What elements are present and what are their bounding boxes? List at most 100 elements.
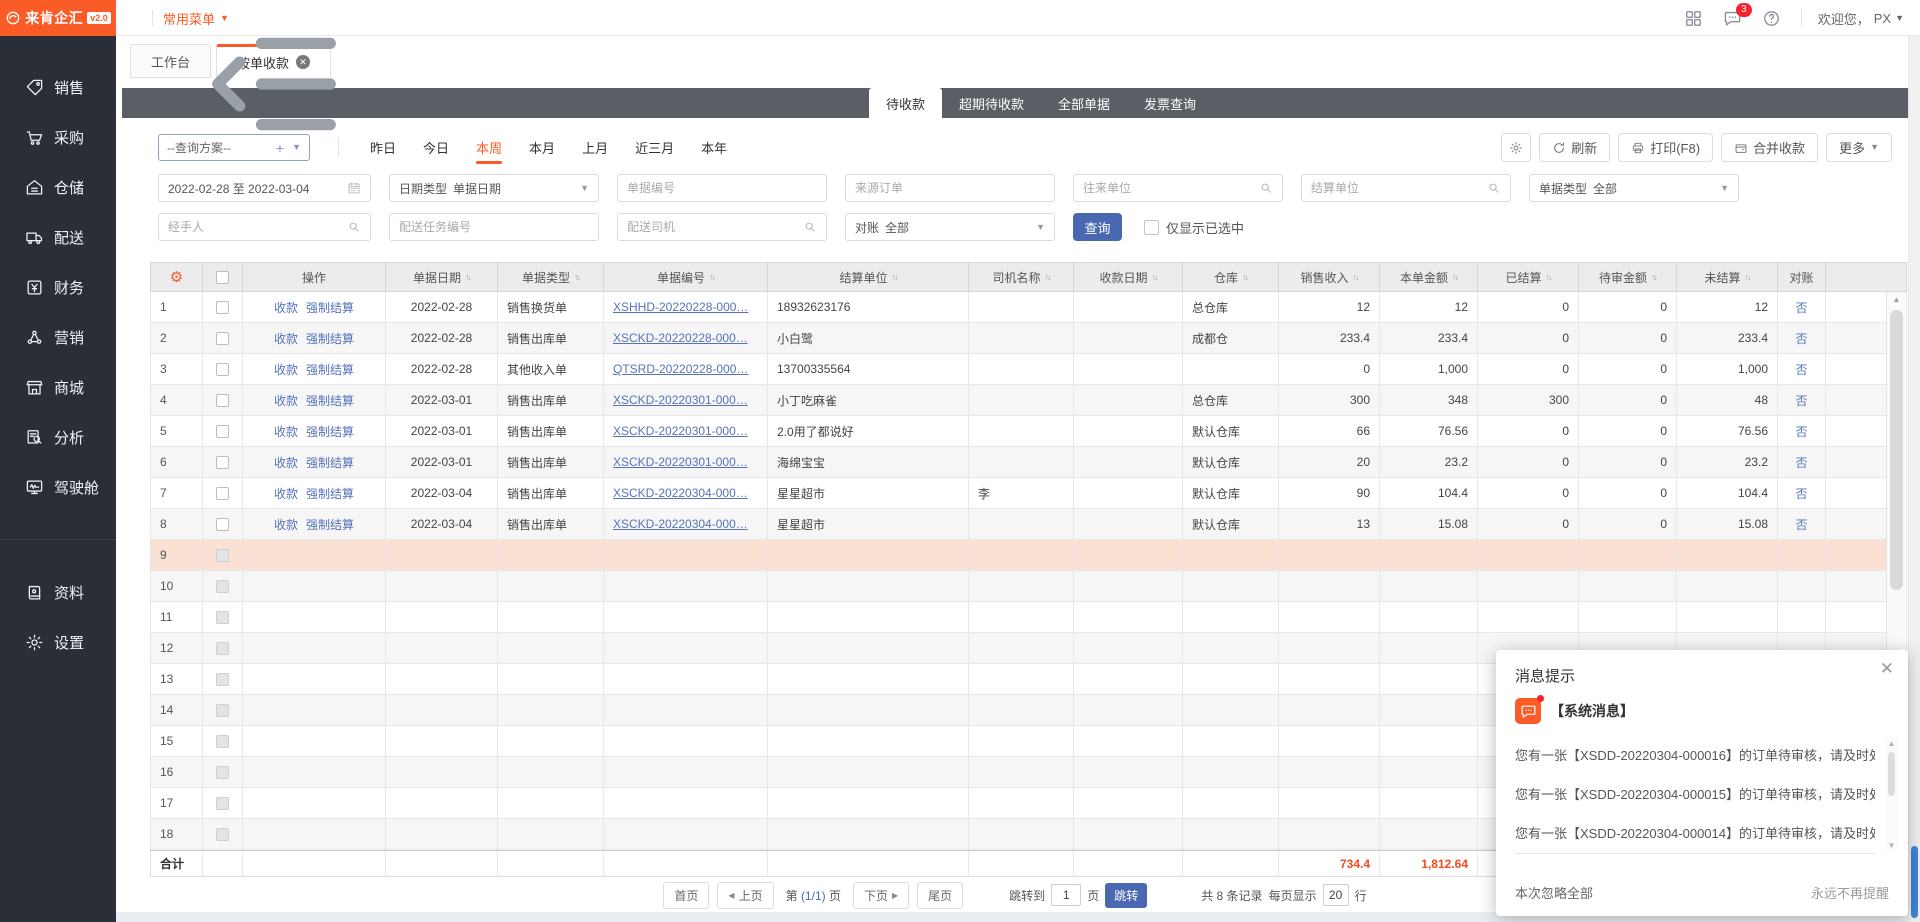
row-checkbox[interactable]	[216, 363, 229, 376]
settle-unit-input[interactable]	[1311, 181, 1481, 195]
reconcile-link[interactable]: 否	[1795, 299, 1807, 316]
quick-range-item[interactable]: 近三月	[635, 135, 674, 160]
column-header-amount[interactable]: 本单金额↑↓	[1380, 263, 1478, 291]
reconcile-link[interactable]: 否	[1795, 361, 1807, 378]
column-header-docno[interactable]: 单据编号↑↓	[604, 263, 768, 291]
column-header-driver[interactable]: 司机名称↑↓	[969, 263, 1074, 291]
sidebar-item-finance[interactable]: 财务	[0, 262, 116, 312]
doc-no-link[interactable]: XSCKD-20220304-000…	[613, 517, 748, 531]
column-header-pending[interactable]: 待审金额↑↓	[1579, 263, 1677, 291]
force-settle-link[interactable]: 强制结算	[306, 299, 354, 316]
never-remind-link[interactable]: 永远不再提醒	[1811, 883, 1889, 902]
doc-no-link[interactable]: XSCKD-20220301-000…	[613, 455, 748, 469]
quick-range-item[interactable]: 今日	[423, 135, 449, 160]
search-icon[interactable]	[803, 220, 817, 234]
sidebar-item-settings[interactable]: 设置	[0, 617, 116, 667]
doc-no-link[interactable]: XSCKD-20220304-000…	[613, 486, 748, 500]
force-settle-link[interactable]: 强制结算	[306, 392, 354, 409]
calendar-icon[interactable]	[347, 181, 361, 195]
receive-payment-link[interactable]: 收款	[274, 299, 298, 316]
sidebar-item-analysis[interactable]: 分析	[0, 412, 116, 462]
force-settle-link[interactable]: 强制结算	[306, 330, 354, 347]
reconcile-select[interactable]: 对账 全部 ▼	[845, 213, 1055, 241]
row-checkbox[interactable]	[216, 301, 229, 314]
help-icon[interactable]	[1762, 9, 1781, 28]
doc-no-link[interactable]: XSHHD-20220228-000…	[613, 300, 748, 314]
receive-payment-link[interactable]: 收款	[274, 485, 298, 502]
view-tab[interactable]: 发票查询	[1127, 88, 1213, 118]
row-checkbox[interactable]	[216, 611, 229, 624]
column-header-sales[interactable]: 销售收入↑↓	[1279, 263, 1380, 291]
sidebar-item-truck[interactable]: 配送	[0, 212, 116, 262]
doc-no-input[interactable]	[627, 181, 817, 195]
prev-page-button[interactable]: ◀上页	[717, 882, 773, 909]
force-settle-link[interactable]: 强制结算	[306, 361, 354, 378]
doc-no-link[interactable]: XSCKD-20220301-000…	[613, 424, 748, 438]
force-settle-link[interactable]: 强制结算	[306, 516, 354, 533]
sidebar-item-warehouse[interactable]: 仓储	[0, 162, 116, 212]
scroll-up-icon[interactable]: ▲	[1885, 738, 1898, 750]
sort-icon[interactable]: ↑↓	[574, 272, 579, 282]
jump-button[interactable]: 跳转	[1105, 883, 1147, 908]
apps-grid-icon[interactable]	[1684, 9, 1703, 28]
row-checkbox[interactable]	[216, 580, 229, 593]
merge-collect-button[interactable]: 合并收款	[1721, 133, 1818, 162]
table-settings-button[interactable]	[1501, 133, 1531, 162]
sort-icon[interactable]: ↑↓	[1745, 272, 1750, 282]
column-header-recon[interactable]: 对账	[1778, 263, 1826, 291]
receive-payment-link[interactable]: 收款	[274, 361, 298, 378]
row-checkbox[interactable]	[216, 828, 229, 841]
print-button[interactable]: 打印(F8)	[1618, 133, 1713, 162]
more-button[interactable]: 更多▼	[1826, 133, 1892, 162]
scrollbar-thumb[interactable]	[1890, 310, 1903, 590]
sort-icon[interactable]: ↑↓	[1353, 272, 1358, 282]
sidebar-collapse-icon[interactable]	[124, 9, 142, 27]
date-range-picker[interactable]: 2022-02-28 至 2022-03-04	[158, 174, 371, 202]
row-checkbox[interactable]	[216, 394, 229, 407]
sidebar-item-cart[interactable]: 采购	[0, 112, 116, 162]
scroll-up-icon[interactable]: ▲	[1887, 292, 1906, 308]
page-scrollbar[interactable]	[1908, 36, 1920, 922]
sidebar-item-cockpit[interactable]: 驾驶舱	[0, 462, 116, 512]
row-checkbox[interactable]	[216, 332, 229, 345]
driver-input[interactable]	[627, 220, 797, 234]
sidebar-item-marketing[interactable]: 营销	[0, 312, 116, 362]
receive-payment-link[interactable]: 收款	[274, 392, 298, 409]
handler-input[interactable]	[168, 220, 341, 234]
select-all-checkbox[interactable]	[216, 271, 229, 284]
only-selected-checkbox[interactable]	[1144, 220, 1159, 235]
quick-range-item[interactable]: 本年	[701, 135, 727, 160]
reconcile-link[interactable]: 否	[1795, 392, 1807, 409]
sort-icon[interactable]: ↑↓	[1651, 272, 1656, 282]
only-selected-toggle[interactable]: 仅显示已选中	[1144, 213, 1244, 241]
receive-payment-link[interactable]: 收款	[274, 516, 298, 533]
force-settle-link[interactable]: 强制结算	[306, 423, 354, 440]
quick-range-item[interactable]: 本月	[529, 135, 555, 160]
column-header-unit[interactable]: 结算单位↑↓	[768, 263, 969, 291]
column-header-date[interactable]: 单据日期↑↓	[386, 263, 498, 291]
popup-list-scrollbar[interactable]: ▲ ▼	[1885, 738, 1898, 852]
sidebar-item-data[interactable]: 资料	[0, 567, 116, 617]
column-header-warehouse[interactable]: 仓库↑↓	[1183, 263, 1279, 291]
row-checkbox[interactable]	[216, 549, 229, 562]
page-scrollbar-thumb[interactable]	[1911, 846, 1918, 918]
sort-icon[interactable]: ↑↓	[1452, 272, 1457, 282]
column-header-type[interactable]: 单据类型↑↓	[498, 263, 604, 291]
delivery-task-input[interactable]	[399, 220, 589, 234]
force-settle-link[interactable]: 强制结算	[306, 485, 354, 502]
row-checkbox[interactable]	[216, 487, 229, 500]
view-tab[interactable]: 超期待收款	[942, 88, 1041, 118]
first-page-button[interactable]: 首页	[663, 882, 709, 909]
receive-payment-link[interactable]: 收款	[274, 423, 298, 440]
date-type-select[interactable]: 日期类型 单据日期 ▼	[389, 174, 599, 202]
close-icon[interactable]: ✕	[1880, 659, 1894, 679]
doc-no-link[interactable]: QTSRD-20220228-000…	[613, 362, 748, 376]
force-settle-link[interactable]: 强制结算	[306, 454, 354, 471]
reconcile-link[interactable]: 否	[1795, 485, 1807, 502]
row-checkbox[interactable]	[216, 766, 229, 779]
sidebar-item-tag[interactable]: 销售	[0, 62, 116, 112]
scrollbar-thumb[interactable]	[1888, 752, 1895, 796]
quick-range-item[interactable]: 本周	[476, 135, 502, 160]
row-checkbox[interactable]	[216, 456, 229, 469]
sort-icon[interactable]: ↑↓	[1152, 272, 1157, 282]
